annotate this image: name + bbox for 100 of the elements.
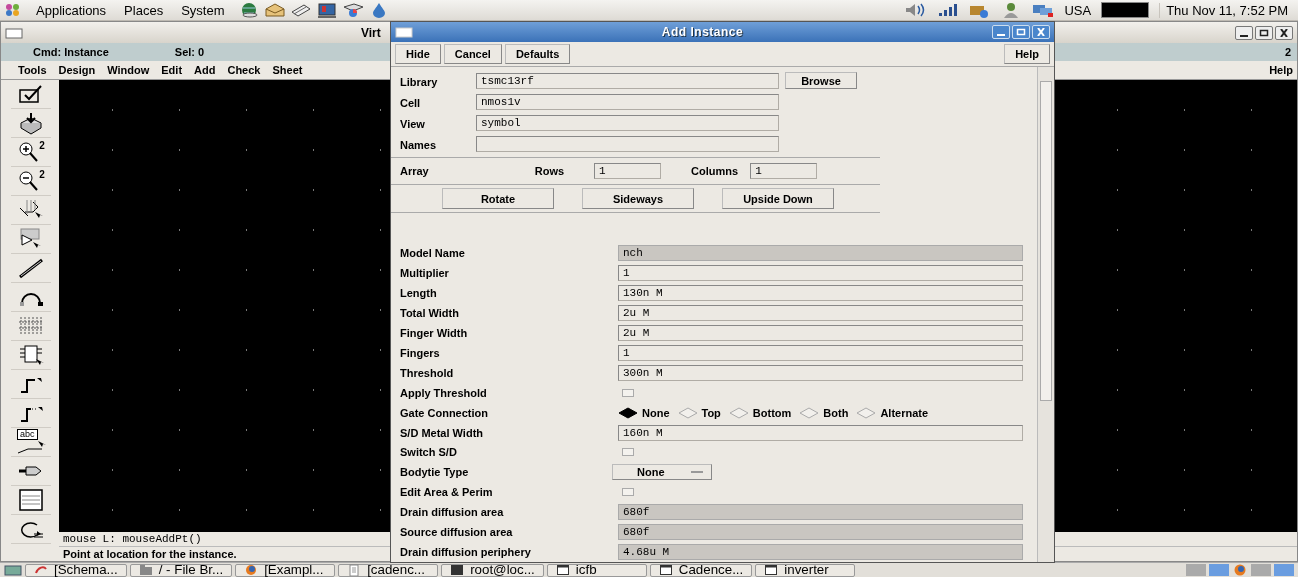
- tool-button[interactable]: 2: [11, 167, 51, 196]
- menu-item[interactable]: Window: [107, 64, 158, 76]
- input-field[interactable]: nmos1v: [476, 93, 779, 110]
- input-field[interactable]: 300n M: [618, 364, 1023, 381]
- taskbar-button[interactable]: [Schema...: [25, 563, 127, 577]
- help-button[interactable]: Help: [1004, 44, 1050, 64]
- taskbar-button[interactable]: Cadence...: [649, 563, 753, 577]
- radio-option[interactable]: Top: [677, 406, 721, 419]
- field-label: Drain diffusion periphery: [400, 546, 532, 558]
- sheet-icon: [17, 488, 45, 512]
- field-label: Library: [400, 75, 439, 88]
- taskbar-button[interactable]: root@loc...: [441, 563, 544, 577]
- panel-menu[interactable]: Places: [120, 2, 168, 18]
- monitor-icon[interactable]: [316, 2, 339, 18]
- taskbar-button[interactable]: icfb: [546, 563, 647, 577]
- field-label: Threshold: [400, 366, 455, 379]
- input-field[interactable]: symbol: [476, 114, 779, 131]
- dialog-title: Add Instance: [660, 25, 745, 39]
- tool-button[interactable]: abc: [11, 428, 51, 457]
- maximize-icon: [1016, 28, 1026, 36]
- readonly-field: 4.68u M: [618, 544, 1023, 560]
- close-button[interactable]: [1275, 25, 1293, 40]
- radio-option[interactable]: Alternate: [856, 406, 929, 419]
- show-desktop-icon[interactable]: [4, 564, 22, 576]
- clock[interactable]: Thu Nov 11, 7:52 PM: [1159, 2, 1294, 18]
- radio-option[interactable]: Bottom: [728, 406, 792, 419]
- window-icon: [658, 564, 673, 576]
- input-field[interactable]: 2u M: [618, 325, 1023, 342]
- editor-icon: [34, 564, 48, 576]
- checkbox[interactable]: [622, 388, 634, 397]
- field-label: Apply Threshold: [400, 386, 488, 399]
- volume-icon[interactable]: [904, 2, 927, 18]
- system-monitor[interactable]: [1101, 2, 1150, 18]
- window-menu-icon[interactable]: [395, 26, 413, 38]
- dialog-button[interactable]: Hide: [395, 44, 441, 64]
- field-label: Rows: [534, 165, 565, 177]
- checkbox[interactable]: [622, 488, 634, 497]
- field-label: Cell: [400, 96, 422, 109]
- checkbox[interactable]: [622, 448, 634, 457]
- dialog-button[interactable]: Defaults: [504, 44, 571, 64]
- maximize-button[interactable]: [1255, 25, 1273, 40]
- browse-button[interactable]: Browse: [785, 72, 857, 89]
- orientation-button[interactable]: Sideways: [582, 188, 694, 209]
- menu-item[interactable]: Sheet: [272, 64, 311, 76]
- gnome-foot-icon[interactable]: [4, 2, 22, 18]
- menu-item[interactable]: Check: [227, 64, 269, 76]
- window-menu-icon[interactable]: [5, 26, 23, 39]
- field-label: S/D Metal Width: [400, 426, 484, 439]
- input-field[interactable]: tsmc13rf: [476, 72, 779, 89]
- chip-icon: [17, 343, 45, 367]
- menu-item[interactable]: Help: [1269, 64, 1293, 76]
- maximize-icon: [1259, 28, 1269, 37]
- orientation-button[interactable]: Rotate: [442, 188, 554, 209]
- tool-button[interactable]: 2: [11, 138, 51, 167]
- network-icon[interactable]: [1032, 2, 1055, 18]
- input-field[interactable]: [476, 135, 779, 152]
- field-label: Length: [400, 287, 438, 300]
- menu-item[interactable]: Edit: [161, 64, 191, 76]
- tool-button[interactable]: [11, 486, 51, 515]
- keyboard-layout[interactable]: USA: [1064, 2, 1092, 18]
- documents-icon[interactable]: [290, 2, 313, 18]
- chart-icon[interactable]: [342, 2, 365, 18]
- terminal-icon: [450, 564, 465, 576]
- field-label: View: [400, 117, 426, 130]
- input-field[interactable]: 1: [594, 163, 662, 179]
- status-count: 2: [1284, 46, 1291, 58]
- field-label: Columns: [691, 165, 739, 177]
- panel-menu[interactable]: System: [177, 2, 229, 18]
- browser-icon[interactable]: [1232, 564, 1248, 576]
- taskbar-button[interactable]: inverter: [755, 563, 856, 577]
- minimize-button[interactable]: [1235, 25, 1253, 40]
- input-field[interactable]: 130n M: [618, 285, 1023, 302]
- radio-option[interactable]: Both: [799, 406, 849, 419]
- dropdown[interactable]: None: [612, 464, 712, 481]
- input-field[interactable]: 1: [618, 344, 1023, 361]
- radio-option[interactable]: None: [618, 406, 670, 419]
- diamond-radio-icon: [856, 406, 877, 419]
- minimize-icon: [997, 34, 1005, 36]
- taskbar-button[interactable]: [Exampl...: [235, 563, 336, 577]
- field-label: Array: [400, 165, 429, 177]
- input-field[interactable]: 160n M: [618, 424, 1023, 441]
- input-field[interactable]: 1: [750, 163, 818, 179]
- taskbar-button[interactable]: [cadenc...: [338, 563, 439, 577]
- menu-item[interactable]: Add: [194, 64, 224, 76]
- input-field[interactable]: 1: [618, 265, 1023, 282]
- taskbar-button[interactable]: / - File Br...: [129, 563, 233, 577]
- diamond-radio-icon: [799, 406, 820, 419]
- menu-item[interactable]: Design: [58, 64, 104, 76]
- diamond-radio-icon: [618, 406, 638, 419]
- field-label: Switch S/D: [400, 446, 458, 459]
- box-down-icon: [17, 111, 45, 135]
- input-field[interactable]: 2u M: [618, 305, 1023, 322]
- envelope-icon[interactable]: [264, 2, 287, 18]
- scrollbar[interactable]: [1037, 67, 1054, 562]
- orientation-button[interactable]: Upside Down: [722, 188, 834, 209]
- menu-item[interactable]: Tools: [18, 64, 55, 76]
- dialog-button[interactable]: Cancel: [443, 44, 502, 64]
- tool-button[interactable]: [11, 225, 51, 254]
- panel-menu[interactable]: Applications: [32, 2, 111, 18]
- signal-icon[interactable]: [936, 2, 959, 18]
